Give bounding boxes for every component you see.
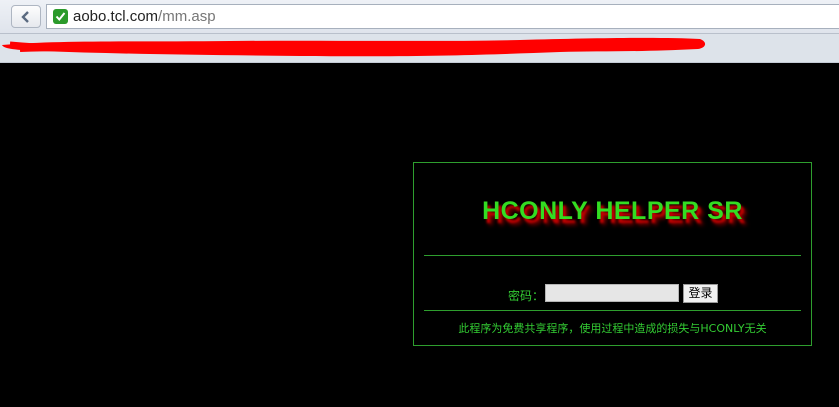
chevron-left-icon: [21, 11, 29, 23]
url-field[interactable]: aobo.tcl.com/mm.asp: [46, 4, 839, 29]
url-host: aobo.tcl.com: [73, 8, 159, 25]
disclaimer-text: 此程序为免费共享程序，使用过程中造成的损失与HCONLY无关: [458, 322, 767, 335]
divider: [424, 310, 801, 311]
browser-address-bar: aobo.tcl.com/mm.asp: [0, 0, 839, 34]
url-text: aobo.tcl.com/mm.asp: [73, 8, 216, 25]
login-panel: HCONLY HELPER SR 密码： 登录 此程序为免费共享程序，使用过程中…: [413, 162, 812, 346]
divider: [424, 255, 801, 256]
page-title: HCONLY HELPER SR: [482, 197, 743, 225]
password-input[interactable]: [545, 284, 679, 302]
password-label: 密码：: [508, 289, 545, 303]
password-row: 密码： 登录: [414, 283, 811, 303]
check-icon: [53, 9, 68, 24]
bookmark-bar: [0, 34, 839, 63]
back-button[interactable]: [11, 5, 41, 28]
redaction-scribble: [2, 37, 706, 57]
login-button[interactable]: 登录: [683, 284, 718, 303]
url-path: /mm.asp: [158, 8, 216, 25]
